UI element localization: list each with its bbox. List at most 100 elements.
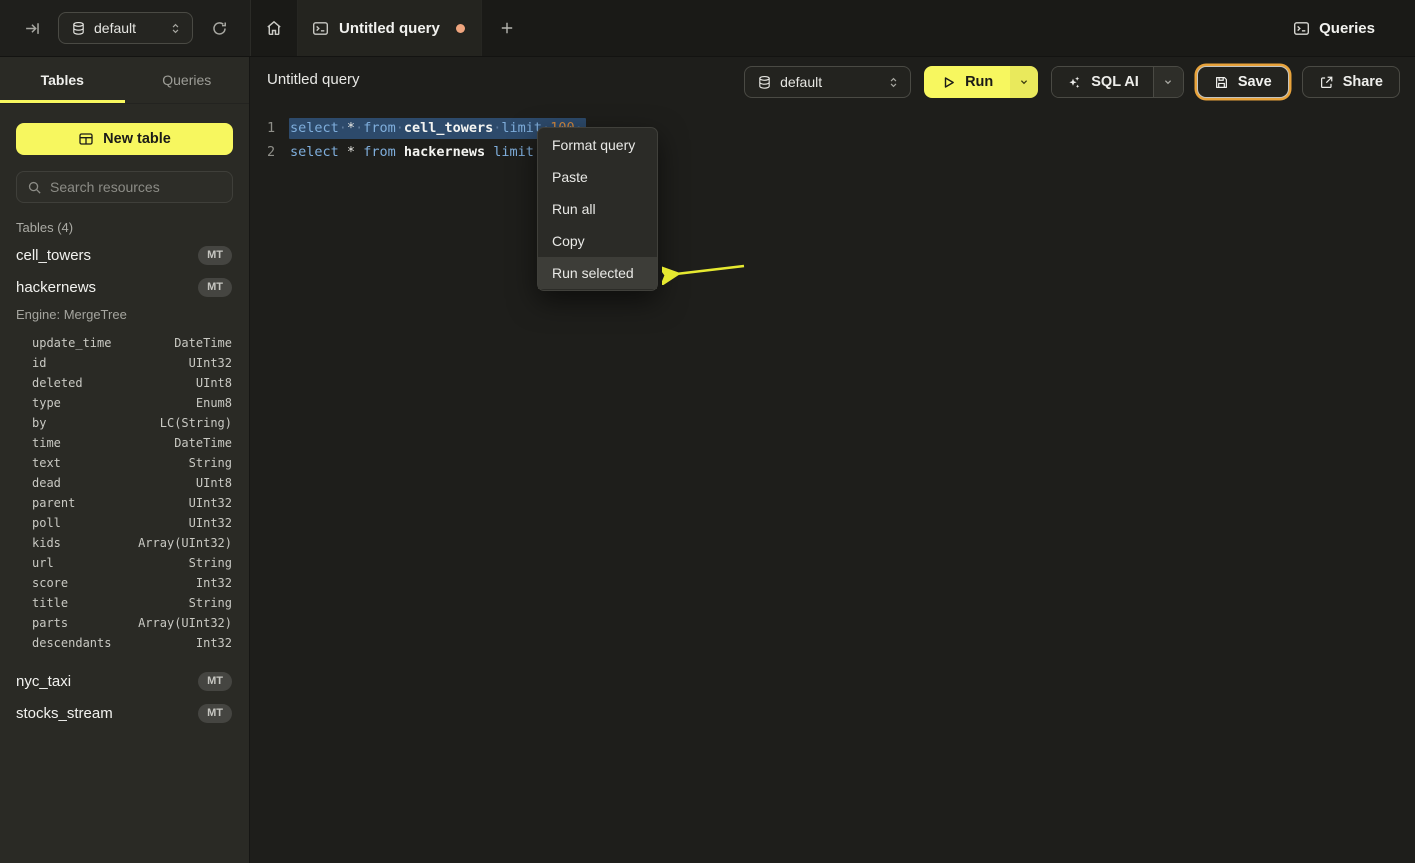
sql-editor[interactable]: 1select·*·from·cell_towers·limit·100·2se… bbox=[250, 103, 1415, 863]
column-name: poll bbox=[32, 516, 61, 530]
refresh-icon bbox=[211, 20, 228, 37]
query-toolbar: default Run SQL AI bbox=[744, 66, 1400, 98]
code-token: * bbox=[347, 120, 355, 136]
table-row[interactable]: stocks_streamMT bbox=[0, 697, 249, 729]
run-dropdown-button[interactable] bbox=[1010, 66, 1038, 98]
chevron-down-icon bbox=[1018, 76, 1030, 88]
column-row: kidsArray(UInt32) bbox=[0, 533, 249, 553]
table-engine-label: Engine: MergeTree bbox=[0, 303, 249, 327]
queries-terminal-icon bbox=[1293, 20, 1310, 37]
share-button-label: Share bbox=[1343, 74, 1383, 90]
toolbar-database-selector[interactable]: default bbox=[744, 66, 911, 98]
column-type: String bbox=[189, 596, 232, 610]
column-row: update_timeDateTime bbox=[0, 333, 249, 353]
context-menu-item[interactable]: Format query bbox=[538, 129, 657, 161]
whitespace bbox=[355, 144, 363, 160]
column-row: score Int32 bbox=[0, 573, 249, 593]
table-engine-badge: MT bbox=[198, 246, 232, 265]
column-row: deadUInt8 bbox=[0, 473, 249, 493]
run-button[interactable]: Run bbox=[924, 66, 1010, 98]
database-selector[interactable]: default bbox=[58, 12, 193, 44]
column-type: Int32 bbox=[196, 636, 232, 650]
column-name: score bbox=[32, 576, 68, 590]
top-bar: default Untitled query bbox=[0, 0, 1415, 57]
sql-ai-dropdown-button[interactable] bbox=[1153, 67, 1183, 97]
collapse-sidebar-button[interactable] bbox=[18, 14, 46, 42]
share-button[interactable]: Share bbox=[1302, 66, 1400, 98]
table-row[interactable]: nyc_taxiMT bbox=[0, 665, 249, 697]
table-row[interactable]: cell_towersMT bbox=[0, 239, 249, 271]
column-row: deletedUInt8 bbox=[0, 373, 249, 393]
column-row: timeDateTime bbox=[0, 433, 249, 453]
play-icon bbox=[941, 75, 956, 90]
new-table-button[interactable]: New table bbox=[16, 123, 233, 155]
column-type: Enum8 bbox=[196, 396, 232, 410]
tables-list: Tables (4) cell_towersMThackernewsMTEngi… bbox=[0, 217, 249, 729]
column-type: Int32 bbox=[196, 576, 232, 590]
chevron-updown-icon bbox=[169, 22, 182, 35]
column-name: type bbox=[32, 396, 61, 410]
column-row: type Enum8 bbox=[0, 393, 249, 413]
database-selector-value: default bbox=[94, 20, 136, 36]
line-number: 1 bbox=[250, 120, 289, 136]
editor-line[interactable]: 2select * from hackernews limit bbox=[250, 140, 1415, 164]
context-menu-item[interactable]: Run selected bbox=[538, 257, 657, 289]
tab-strip: Untitled query Queries bbox=[250, 0, 1415, 56]
column-row: urlString bbox=[0, 553, 249, 573]
sql-ai-label: SQL AI bbox=[1091, 74, 1139, 90]
new-table-label: New table bbox=[103, 131, 171, 147]
table-engine-badge: MT bbox=[198, 704, 232, 723]
column-row: descendantsInt32 bbox=[0, 633, 249, 653]
column-row: byLC(String) bbox=[0, 413, 249, 433]
queries-button[interactable]: Queries bbox=[1293, 0, 1415, 56]
context-menu-item[interactable]: Run all bbox=[538, 193, 657, 225]
column-type: DateTime bbox=[174, 336, 232, 350]
whitespace: · bbox=[355, 120, 363, 136]
search-resources-input[interactable] bbox=[50, 179, 222, 195]
terminal-icon bbox=[312, 20, 329, 37]
whitespace: · bbox=[339, 120, 347, 136]
code-token: * bbox=[347, 144, 355, 160]
whitespace bbox=[339, 144, 347, 160]
code-token: limit bbox=[501, 120, 542, 136]
code-token: select bbox=[290, 120, 339, 136]
column-row: text String bbox=[0, 453, 249, 473]
table-engine-badge: MT bbox=[198, 278, 232, 297]
column-name: parts bbox=[32, 616, 68, 630]
top-bar-left: default bbox=[0, 0, 250, 56]
context-menu: Format queryPasteRun allCopyRun selected bbox=[537, 127, 658, 291]
tables-section-title: Tables (4) bbox=[0, 217, 249, 239]
code-token: cell_towers bbox=[404, 120, 493, 136]
run-button-label: Run bbox=[965, 74, 993, 90]
sidebar-tab-tables[interactable]: Tables bbox=[0, 57, 125, 103]
column-type: String bbox=[189, 456, 232, 470]
unsaved-changes-dot bbox=[456, 24, 465, 33]
home-icon bbox=[265, 19, 283, 37]
column-name: parent bbox=[32, 496, 75, 510]
code-token: hackernews bbox=[404, 144, 485, 160]
editor-line[interactable]: 1select·*·from·cell_towers·limit·100· bbox=[250, 116, 1415, 140]
refresh-button[interactable] bbox=[205, 14, 233, 42]
tables-list-items: cell_towersMThackernewsMTEngine: MergeTr… bbox=[0, 239, 249, 729]
sidebar-tabs: Tables Queries bbox=[0, 57, 249, 104]
column-name: title bbox=[32, 596, 68, 610]
whitespace: · bbox=[396, 120, 404, 136]
table-row[interactable]: hackernewsMT bbox=[0, 271, 249, 303]
save-button[interactable]: Save bbox=[1197, 66, 1289, 98]
sidebar-tab-queries[interactable]: Queries bbox=[125, 57, 250, 103]
home-button[interactable] bbox=[251, 0, 298, 56]
context-menu-item[interactable]: Copy bbox=[538, 225, 657, 257]
context-menu-item[interactable]: Paste bbox=[538, 161, 657, 193]
sql-ai-button[interactable]: SQL AI bbox=[1052, 67, 1153, 97]
code-token: limit bbox=[493, 144, 534, 160]
new-tab-button[interactable] bbox=[482, 0, 532, 56]
tab-untitled-query[interactable]: Untitled query bbox=[298, 0, 482, 56]
database-icon bbox=[71, 21, 86, 36]
column-type: DateTime bbox=[174, 436, 232, 450]
toolbar-database-value: default bbox=[780, 74, 822, 90]
column-name: id bbox=[32, 356, 46, 370]
column-name: url bbox=[32, 556, 54, 570]
code-token: select bbox=[290, 144, 339, 160]
column-name: text bbox=[32, 456, 61, 470]
annotation-arrow bbox=[662, 257, 750, 285]
